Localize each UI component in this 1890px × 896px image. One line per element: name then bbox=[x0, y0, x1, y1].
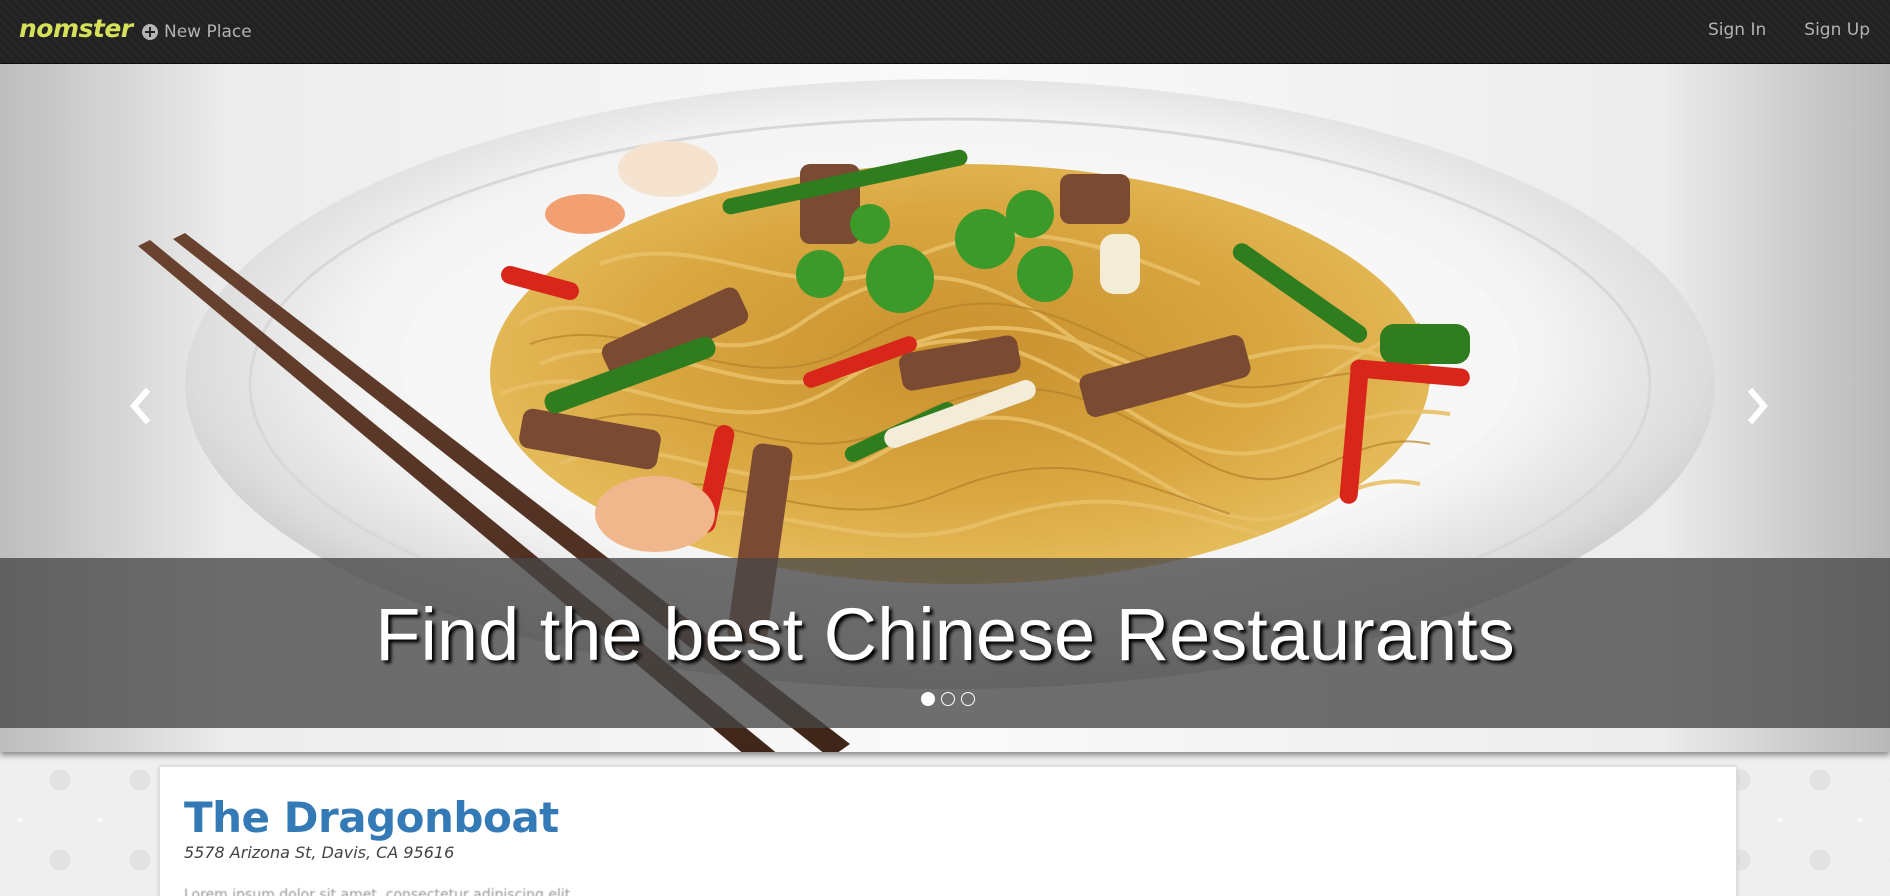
carousel-prev-button[interactable] bbox=[120, 386, 160, 426]
sign-in-link[interactable]: Sign In bbox=[1708, 20, 1766, 40]
carousel-indicator-3[interactable] bbox=[961, 692, 975, 706]
auth-links: Sign In Sign Up bbox=[1708, 20, 1870, 40]
place-card: The Dragonboat 5578 Arizona St, Davis, C… bbox=[159, 766, 1737, 896]
new-place-label: New Place bbox=[164, 22, 252, 42]
carousel-caption: Find the best Chinese Restaurants bbox=[375, 593, 1515, 676]
carousel-indicators bbox=[921, 692, 975, 706]
place-name-link[interactable]: The Dragonboat bbox=[184, 793, 559, 842]
chevron-left-icon bbox=[130, 387, 151, 425]
chevron-right-icon bbox=[1747, 387, 1768, 425]
brand-logo[interactable]: nomster bbox=[19, 14, 133, 43]
hero-carousel: Find the best Chinese Restaurants bbox=[0, 64, 1890, 752]
new-place-link[interactable]: New Place bbox=[142, 20, 252, 44]
sign-up-link[interactable]: Sign Up bbox=[1804, 20, 1870, 40]
carousel-next-button[interactable] bbox=[1738, 386, 1778, 426]
place-address: 5578 Arizona St, Davis, CA 95616 bbox=[184, 843, 455, 862]
carousel-indicator-1[interactable] bbox=[921, 692, 935, 706]
top-navbar: nomster New Place Sign In Sign Up bbox=[0, 0, 1890, 64]
place-description: Lorem ipsum dolor sit amet, consectetur … bbox=[184, 887, 571, 896]
plus-circle-icon bbox=[142, 24, 158, 40]
carousel-indicator-2[interactable] bbox=[941, 692, 955, 706]
